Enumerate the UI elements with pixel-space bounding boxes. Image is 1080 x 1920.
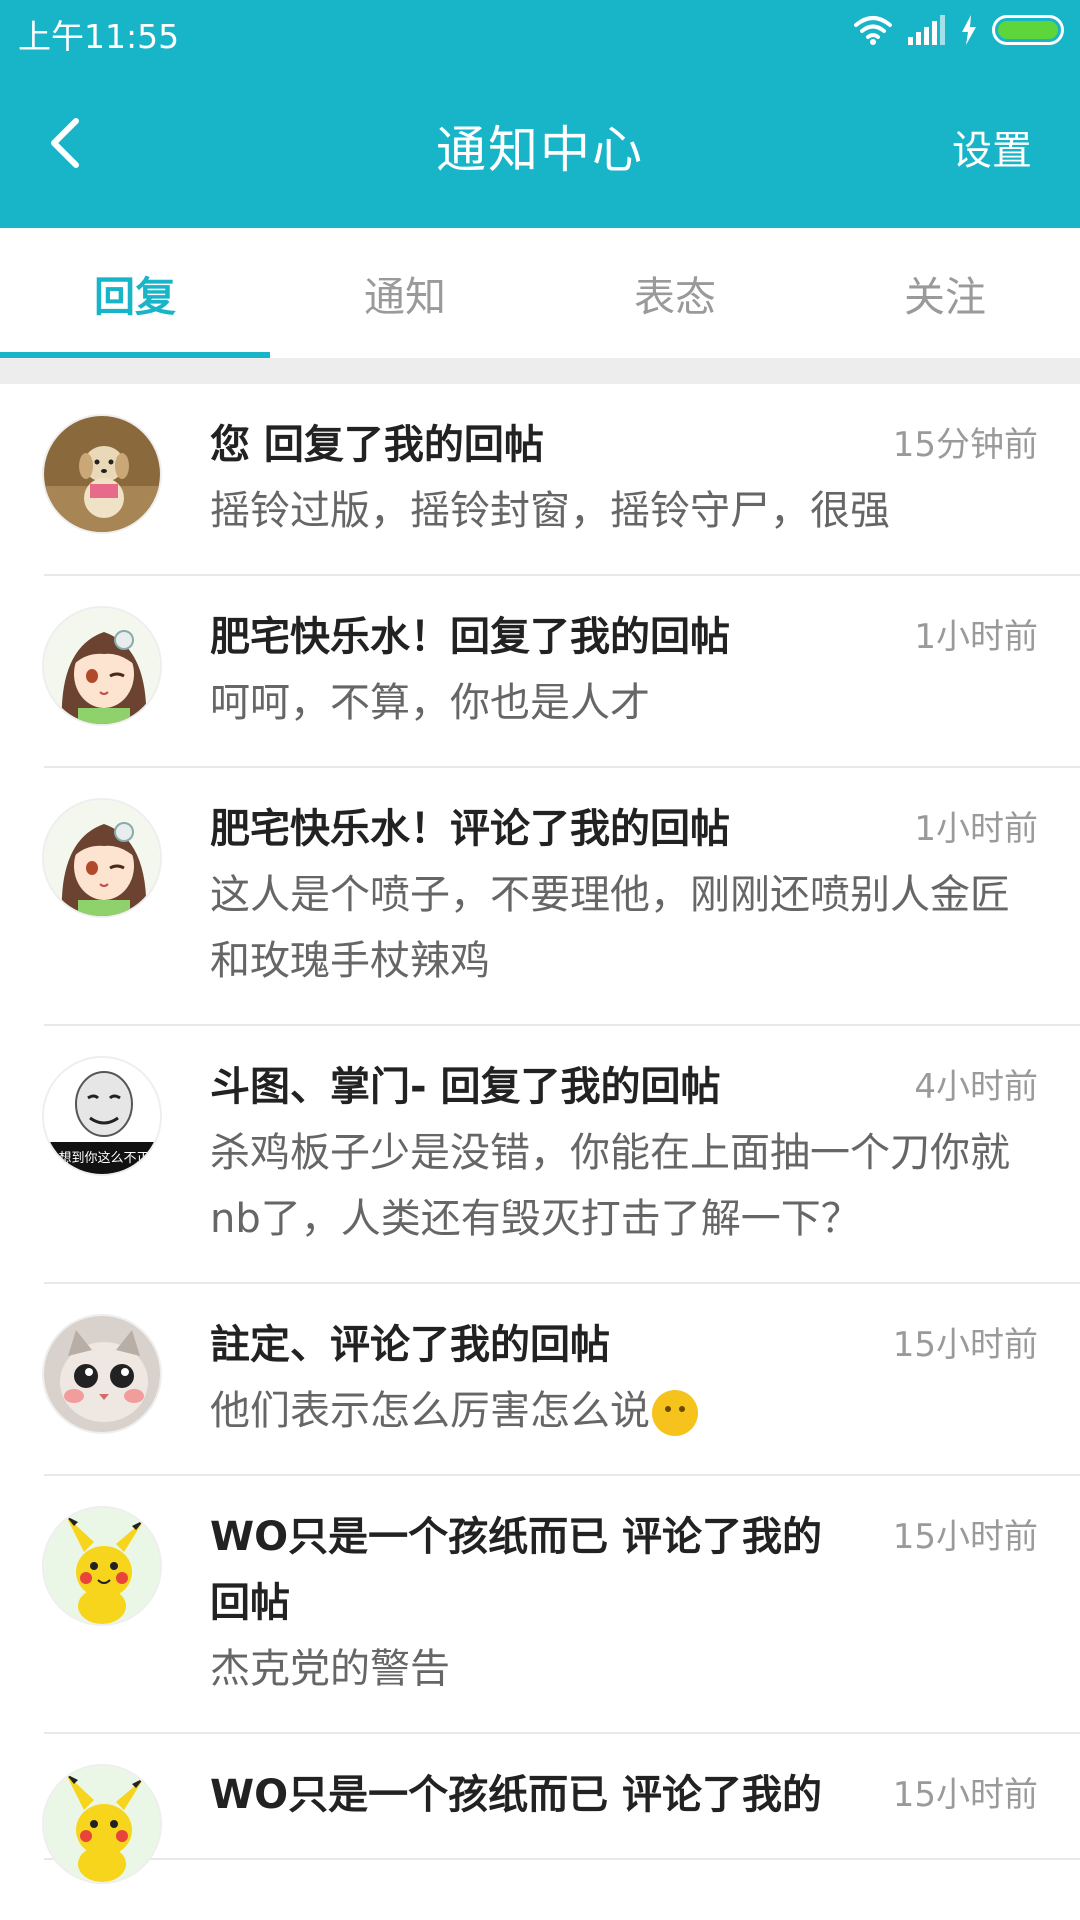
anime-girl-avatar-icon [44,800,160,916]
list-item[interactable]: WO只是一个孩纸而已 评论了我的 15小时前 [42,1734,1080,1884]
notification-text: 这人是个喷子，不要理他，刚刚还喷别人金匠和玫瑰手杖辣鸡 [210,872,1010,984]
notification-time: 15小时前 [892,1517,1038,1557]
notification-text: 摇铃过版，摇铃封窗，摇铃守尸，很强 [210,488,890,534]
notification-time: 15小时前 [892,1775,1038,1815]
status-bar: 上午11:55 [0,0,1080,62]
charging-icon [962,15,976,45]
list-item[interactable]: 您 回复了我的回帖 15分钟前 摇铃过版，摇铃封窗，摇铃守尸，很强 [42,384,1080,576]
avatar[interactable] [42,1764,162,1884]
list-item[interactable]: 肥宅快乐水！评论了我的回帖 1小时前 这人是个喷子，不要理他，刚刚还喷别人金匠和… [42,768,1080,1026]
status-icons [854,12,1064,48]
avatar[interactable] [42,798,162,918]
notification-text-row: 他们表示怎么厉害怎么说 [210,1378,1038,1474]
notification-title: WO只是一个孩纸而已 评论了我的 [210,1772,823,1818]
battery-icon [992,15,1064,45]
avatar[interactable] [42,414,162,534]
tab-replies[interactable]: 回复 [0,228,270,358]
avatar[interactable] [42,1506,162,1626]
notification-text [210,1828,1038,1858]
list-item[interactable]: 没想到你这么不正经 斗图、掌门- 回复了我的回帖 4小时前 杀鸡板子少是没错，你… [42,1026,1080,1284]
notification-title: 註定、评论了我的回帖 [210,1322,610,1368]
notification-time: 15分钟前 [892,425,1038,465]
tab-notices[interactable]: 通知 [270,228,540,358]
notification-text: 呵呵，不算，你也是人才 [210,680,650,726]
notification-title: 肥宅快乐水！评论了我的回帖 [210,806,730,852]
status-time: 上午11:55 [18,17,180,56]
notification-time: 1小时前 [914,617,1038,657]
app-bar: 上午11:55 通知中心 设置 [0,0,1080,228]
settings-button[interactable]: 设置 [952,118,1032,176]
notification-title: 您 回复了我的回帖 [210,422,544,468]
avatar[interactable]: 没想到你这么不正经 [42,1056,162,1176]
notification-title: 肥宅快乐水！回复了我的回帖 [210,614,730,660]
pikachu-avatar-icon [44,1508,160,1624]
notification-time: 4小时前 [914,1067,1038,1107]
tab-bar: 回复 通知 表态 关注 [0,228,1080,358]
blush-emoji-icon [652,1390,698,1436]
notification-text: 杰克党的警告 [210,1646,450,1692]
anime-girl-avatar-icon [44,608,160,724]
signal-icon [908,15,945,45]
meme-face-avatar-icon: 没想到你这么不正经 [44,1058,160,1174]
page-title: 通知中心 [436,121,644,179]
notification-time: 15小时前 [892,1325,1038,1365]
notification-list: 您 回复了我的回帖 15分钟前 摇铃过版，摇铃封窗，摇铃守尸，很强 肥宅快乐水！… [0,384,1080,1884]
list-item[interactable]: 註定、评论了我的回帖 15小时前 他们表示怎么厉害怎么说 [42,1284,1080,1476]
avatar[interactable] [42,606,162,726]
list-item[interactable]: WO只是一个孩纸而已 评论了我的回帖 15小时前 杰克党的警告 [42,1476,1080,1734]
wifi-icon [854,16,892,45]
notification-title: 斗图、掌门- 回复了我的回帖 [210,1064,721,1110]
notification-text: 他们表示怎么厉害怎么说 [210,1388,650,1434]
notification-time: 1小时前 [914,809,1038,849]
notification-title: WO只是一个孩纸而已 评论了我的回帖 [210,1514,823,1626]
notification-text: 杀鸡板子少是没错，你能在上面抽一个刀你就nb了，人类还有毁灭打击了解一下？ [210,1130,1010,1242]
avatar[interactable] [42,1314,162,1434]
tab-reactions[interactable]: 表态 [540,228,810,358]
cat-avatar-icon [44,1316,160,1432]
section-divider [0,358,1080,384]
puppy-avatar-icon [44,416,160,532]
pikachu-avatar-icon [44,1766,160,1882]
tab-follows[interactable]: 关注 [810,228,1080,358]
list-item[interactable]: 肥宅快乐水！回复了我的回帖 1小时前 呵呵，不算，你也是人才 [42,576,1080,768]
